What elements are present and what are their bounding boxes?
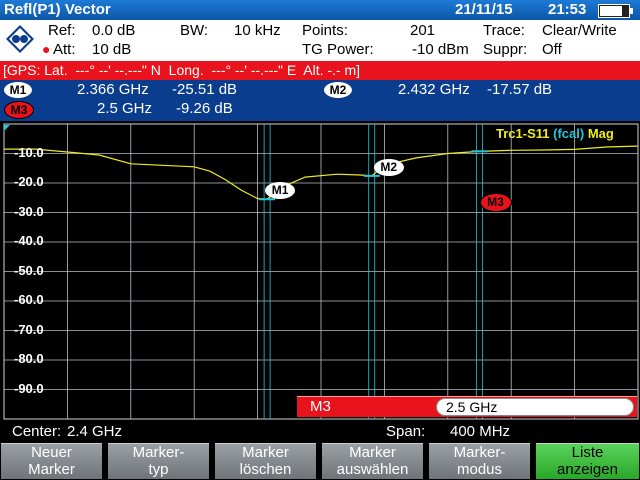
softkey-line1: Liste xyxy=(571,444,604,461)
y-tick-label: -60.0 xyxy=(14,292,44,307)
softkey-line1: Marker xyxy=(349,444,396,461)
center-label: Center: xyxy=(12,423,62,440)
suppr-value: Off xyxy=(542,41,562,58)
footer-bar: Center: 2.4 GHz Span: 400 MHz xyxy=(0,421,640,442)
att-bullet-icon: ● xyxy=(42,41,51,57)
y-tick-label: -50.0 xyxy=(14,262,44,278)
marker-table: M1 2.366 GHz -25.51 dB M2 2.432 GHz -17.… xyxy=(0,80,640,121)
marker-entry-bar: M3 2.5 GHz xyxy=(297,396,637,417)
softkey-line2: auswählen xyxy=(336,461,409,478)
date-display: 21/11/15 xyxy=(455,1,513,18)
marker-frequency-input[interactable]: 2.5 GHz xyxy=(436,398,634,416)
y-tick-label: -40.0 xyxy=(14,233,44,248)
trace-calibration: (fcal) xyxy=(553,126,585,141)
tg-power-value: -10 dBm xyxy=(412,41,469,58)
settings-panel: Ref: 0.0 dB ● Att: 10 dB BW: 10 kHz Poin… xyxy=(0,20,640,61)
softkey-select-marker[interactable]: Marker auswählen xyxy=(322,443,423,479)
marker-entry-label: M3 xyxy=(310,398,331,415)
battery-icon xyxy=(598,4,633,18)
span-label: Span: xyxy=(386,423,426,440)
trace-label: Trc1-S11 (fcal) Mag xyxy=(496,126,614,141)
trace-plot[interactable] xyxy=(0,121,640,421)
tg-power-label: TG Power: xyxy=(302,41,374,58)
gps-text: [GPS: Lat. ---° --' --.---" N Long. ---°… xyxy=(3,62,361,78)
suppr-label: Suppr: xyxy=(483,41,528,58)
ref-value: 0.0 dB xyxy=(92,22,136,39)
softkey-line2: anzeigen xyxy=(557,461,618,478)
softkey-delete-marker[interactable]: Marker löschen xyxy=(215,443,316,479)
plot-marker-m2[interactable]: M2 xyxy=(373,158,404,176)
y-tick-label: -30.0 xyxy=(14,203,44,219)
marker-badge-m3[interactable]: M3 xyxy=(4,101,34,119)
marker-m1-value: -25.51 dB xyxy=(172,81,238,98)
marker-badge-m2[interactable]: M2 xyxy=(324,82,352,98)
softkey-line1: Neuer xyxy=(31,444,72,461)
marker-m3-frequency: 2.5 GHz xyxy=(97,100,153,117)
bw-label: BW: xyxy=(180,22,209,39)
marker-m3-value: -9.26 dB xyxy=(176,100,233,117)
softkey-line1: Marker- xyxy=(132,444,185,461)
softkey-line1: Marker xyxy=(242,444,289,461)
y-tick-label: -70.0 xyxy=(14,321,44,337)
time-display: 21:53 xyxy=(548,1,587,18)
ref-label: Ref: xyxy=(48,22,76,39)
bw-value: 10 kHz xyxy=(234,22,281,39)
plot-marker-m3[interactable]: M3 xyxy=(479,193,512,213)
marker-frequency-value: 2.5 GHz xyxy=(446,399,498,415)
softkey-new-marker[interactable]: Neuer Marker xyxy=(1,443,102,479)
marker-badge-m1[interactable]: M1 xyxy=(4,82,32,98)
marker-m1-frequency: 2.366 GHz xyxy=(77,81,149,98)
att-value: 10 dB xyxy=(92,41,132,58)
center-value: 2.4 GHz xyxy=(67,423,123,440)
marker-m2-frequency: 2.432 GHz xyxy=(398,81,470,98)
softkey-show-list[interactable]: Liste anzeigen xyxy=(536,443,639,479)
marker-m2-value: -17.57 dB xyxy=(487,81,553,98)
softkey-marker-type[interactable]: Marker- typ xyxy=(108,443,209,479)
y-tick-label: -20.0 xyxy=(14,174,44,189)
trace-label: Trace: xyxy=(483,22,525,39)
trace-format: Mag xyxy=(587,126,614,141)
mode-title: Refl(P1) Vector xyxy=(4,1,111,18)
softkey-line2: Marker xyxy=(28,461,75,478)
span-value: 400 MHz xyxy=(450,423,511,440)
y-tick-label: -90.0 xyxy=(14,380,44,396)
softkey-line1: Marker- xyxy=(453,444,506,461)
att-label: Att: xyxy=(53,41,76,58)
softkey-line2: löschen xyxy=(239,461,292,478)
rohde-schwarz-logo xyxy=(6,25,34,53)
y-tick-label: -80.0 xyxy=(14,351,44,366)
trace-value: Clear/Write xyxy=(542,22,617,39)
gps-status-bar: [GPS: Lat. ---° --' --.---" N Long. ---°… xyxy=(0,61,640,80)
points-value: 201 xyxy=(410,22,436,39)
points-label: Points: xyxy=(302,22,348,39)
trace-name: Trc1-S11 xyxy=(496,126,550,141)
y-tick-label: -10.0 xyxy=(14,144,44,160)
softkey-line2: typ xyxy=(148,461,169,478)
softkey-marker-mode[interactable]: Marker- modus xyxy=(429,443,530,479)
title-bar: Refl(P1) Vector 21/11/15 21:53 xyxy=(0,0,640,20)
softkey-line2: modus xyxy=(456,461,503,478)
